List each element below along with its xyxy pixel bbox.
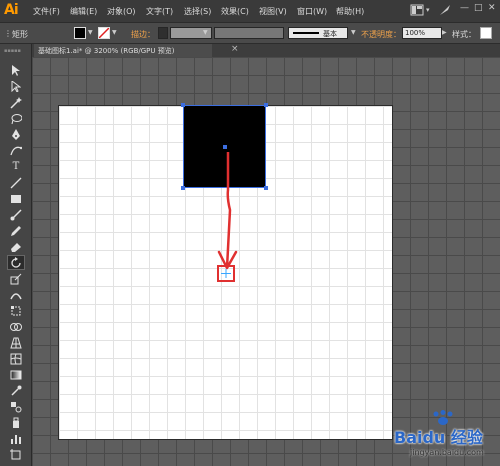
stroke-dropdown-icon[interactable]: ▼ [112, 29, 117, 36]
selection-tool-icon[interactable] [8, 64, 24, 77]
warp-tool-icon[interactable] [8, 288, 24, 301]
variable-width-profile[interactable] [214, 27, 284, 39]
fill-swatch[interactable] [74, 27, 86, 39]
mesh-tool-icon[interactable] [8, 352, 24, 365]
workspace-switcher-icon[interactable] [410, 4, 424, 16]
eraser-tool-icon[interactable] [8, 240, 24, 253]
stroke-weight-dropdown-icon[interactable]: ▼ [203, 29, 208, 36]
stroke-swatch[interactable] [98, 27, 110, 39]
brush-feather-icon[interactable] [438, 3, 452, 17]
curvature-tool-icon[interactable] [8, 144, 24, 157]
line-tool-icon[interactable] [8, 176, 24, 189]
perspective-grid-tool-icon[interactable] [8, 336, 24, 349]
selection-handle-bottom-left[interactable] [181, 186, 185, 190]
panel-grip-icon[interactable]: ▪▪▪▪▪ [4, 48, 26, 54]
menu-object[interactable]: 对象(O) [107, 6, 136, 17]
document-tab-title: 基础图标1.ai* @ 3200% (RGB/GPU 预览) [38, 47, 175, 55]
brush-definition-field[interactable]: 基本 [288, 27, 348, 39]
opacity-label[interactable]: 不透明度： [361, 29, 401, 40]
close-tab-icon[interactable]: × [231, 44, 239, 54]
watermark-brand: Baidu 经验 [394, 428, 483, 447]
blend-tool-icon[interactable] [8, 400, 24, 413]
minimize-icon[interactable]: — [460, 3, 469, 13]
annotation-arrow [217, 152, 238, 270]
menu-type[interactable]: 文字(T) [146, 6, 173, 17]
pencil-tool-icon[interactable] [8, 224, 24, 237]
selection-type-label: 矩形 [12, 30, 28, 39]
artboard-tool-icon[interactable] [8, 448, 24, 461]
selection-handle-top-left[interactable] [181, 103, 185, 107]
opacity-dropdown-icon[interactable]: ▶ [442, 29, 447, 36]
document-tab[interactable]: 基础图标1.ai* @ 3200% (RGB/GPU 预览) [34, 44, 212, 57]
selection-handle-top-right[interactable] [264, 103, 268, 107]
graphic-style-swatch[interactable] [480, 27, 492, 39]
symbol-sprayer-tool-icon[interactable] [8, 416, 24, 429]
rectangle-tool-icon[interactable] [8, 192, 24, 205]
magic-wand-tool-icon[interactable] [8, 96, 24, 109]
app-logo: Ai [4, 2, 19, 18]
watermark-url: jingyan.baidu.com [410, 448, 484, 457]
document-tab-bar: 基础图标1.ai* @ 3200% (RGB/GPU 预览) × [32, 44, 500, 57]
maximize-icon[interactable]: □ [474, 3, 483, 13]
menu-view[interactable]: 视图(V) [259, 6, 287, 17]
scale-tool-icon[interactable] [8, 272, 24, 285]
paintbrush-tool-icon[interactable] [8, 208, 24, 221]
grip-icon: ⋮ [4, 29, 12, 38]
style-label: 样式： [452, 30, 476, 39]
stroke-weight-label[interactable]: 描边： [131, 29, 155, 40]
gradient-tool-icon[interactable] [8, 368, 24, 381]
rotation-reference-point-icon[interactable] [221, 269, 231, 278]
rotate-tool-icon[interactable] [7, 255, 25, 270]
control-bar: ⋮ 矩形 ▼ ▼ 描边： ▼ 基本 ▼ 不透明度： 100% ▶ 样式： [0, 22, 500, 44]
menu-help[interactable]: 帮助(H) [336, 6, 364, 17]
direct-selection-tool-icon[interactable] [8, 80, 24, 93]
selection-handle-bottom-right[interactable] [264, 186, 268, 190]
shape-builder-tool-icon[interactable] [8, 320, 24, 333]
menu-effect[interactable]: 效果(C) [221, 6, 249, 17]
column-graph-tool-icon[interactable] [8, 432, 24, 445]
lasso-tool-icon[interactable] [8, 112, 24, 125]
watermark: Baidu 经验 jingyan.baidu.com [392, 410, 497, 462]
menu-file[interactable]: 文件(F) [33, 6, 60, 17]
close-window-icon[interactable]: ✕ [488, 3, 496, 13]
free-transform-tool-icon[interactable] [8, 304, 24, 317]
chevron-down-icon[interactable]: ▾ [426, 6, 430, 14]
menu-bar: Ai 文件(F) 编辑(E) 对象(O) 文字(T) 选择(S) 效果(C) 视… [0, 0, 500, 22]
menu-window[interactable]: 窗口(W) [297, 6, 327, 17]
brush-dropdown-icon[interactable]: ▼ [351, 29, 356, 36]
opacity-input[interactable]: 100% [402, 27, 442, 39]
stroke-weight-stepper[interactable] [158, 27, 168, 39]
eyedropper-tool-icon[interactable] [8, 384, 24, 397]
menu-edit[interactable]: 编辑(E) [70, 6, 97, 17]
menu-select[interactable]: 选择(S) [184, 6, 211, 17]
pen-tool-icon[interactable] [8, 128, 24, 141]
type-tool-icon[interactable]: T [8, 160, 24, 173]
center-point-marker[interactable] [223, 145, 227, 149]
fill-dropdown-icon[interactable]: ▼ [88, 29, 93, 36]
